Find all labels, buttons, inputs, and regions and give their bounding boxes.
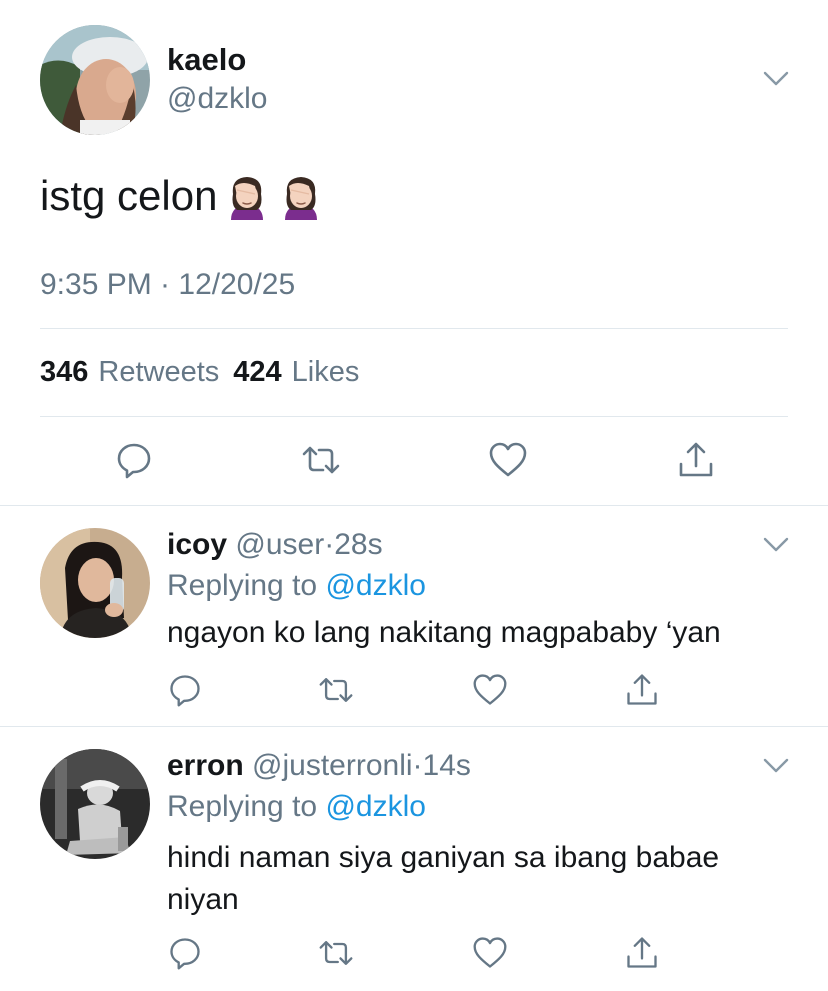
display-name[interactable]: icoy	[167, 528, 227, 561]
replying-prefix: Replying to	[167, 569, 318, 602]
tweet-body: istg celon	[40, 172, 218, 219]
reply-tweet[interactable]: icoy @user·28s Replying to @dzklo ngayon…	[0, 506, 828, 726]
woman-facepalming-icon	[277, 172, 325, 220]
chevron-down-icon[interactable]	[763, 70, 789, 88]
mention-link[interactable]: @dzklo	[325, 569, 426, 602]
reply-icon[interactable]	[114, 440, 154, 480]
separator: ·	[324, 528, 335, 561]
reply-tweet[interactable]: erron @justerronli·14s Replying to @dzkl…	[0, 727, 828, 991]
reply-time[interactable]: 28s	[334, 528, 382, 561]
divider	[40, 416, 788, 417]
retweet-icon[interactable]	[301, 440, 341, 480]
like-icon[interactable]	[472, 672, 508, 708]
avatar[interactable]	[40, 528, 150, 638]
main-tweet: kaelo @dzklo istg celon 9:35 PM · 12/20/…	[0, 0, 828, 505]
replying-to: Replying to @dzklo	[167, 569, 426, 603]
share-icon[interactable]	[624, 672, 660, 708]
mention-link[interactable]: @dzklo	[325, 790, 426, 823]
replying-prefix: Replying to	[167, 790, 318, 823]
reply-text: hindi naman siya ganiyan sa ibang babae …	[167, 841, 720, 916]
share-icon[interactable]	[676, 440, 716, 480]
reply-header: erron @justerronli·14s	[167, 749, 471, 783]
tweet-text: istg celon	[40, 172, 325, 220]
reply-icon[interactable]	[167, 935, 203, 971]
reply-text: ngayon ko lang nakitang magpababy ‘yan	[167, 616, 721, 649]
retweet-icon[interactable]	[318, 672, 354, 708]
display-name[interactable]: kaelo	[167, 42, 246, 78]
engagement-stats: 346 Retweets 424 Likes	[40, 356, 363, 389]
retweets-count[interactable]: 346	[40, 356, 88, 389]
handle[interactable]: @user	[235, 528, 324, 561]
woman-facepalming-icon	[223, 172, 271, 220]
likes-label[interactable]: Likes	[292, 356, 360, 389]
share-icon[interactable]	[624, 935, 660, 971]
like-icon[interactable]	[488, 440, 528, 480]
replying-to: Replying to @dzklo	[167, 790, 426, 824]
handle[interactable]: @dzklo	[167, 82, 268, 116]
timestamp[interactable]: 9:35 PM · 12/20/25	[40, 268, 295, 302]
divider	[40, 328, 788, 329]
likes-count[interactable]: 424	[233, 356, 281, 389]
reply-icon[interactable]	[167, 672, 203, 708]
avatar[interactable]	[40, 749, 150, 859]
separator: ·	[412, 749, 423, 782]
handle[interactable]: @justerronli	[252, 749, 413, 782]
chevron-down-icon[interactable]	[763, 757, 789, 775]
retweet-icon[interactable]	[318, 935, 354, 971]
chevron-down-icon[interactable]	[763, 536, 789, 554]
avatar[interactable]	[40, 25, 150, 135]
retweets-label[interactable]: Retweets	[98, 356, 219, 389]
reply-header: icoy @user·28s	[167, 528, 383, 562]
reply-time[interactable]: 14s	[423, 749, 471, 782]
like-icon[interactable]	[472, 935, 508, 971]
display-name[interactable]: erron	[167, 749, 244, 782]
